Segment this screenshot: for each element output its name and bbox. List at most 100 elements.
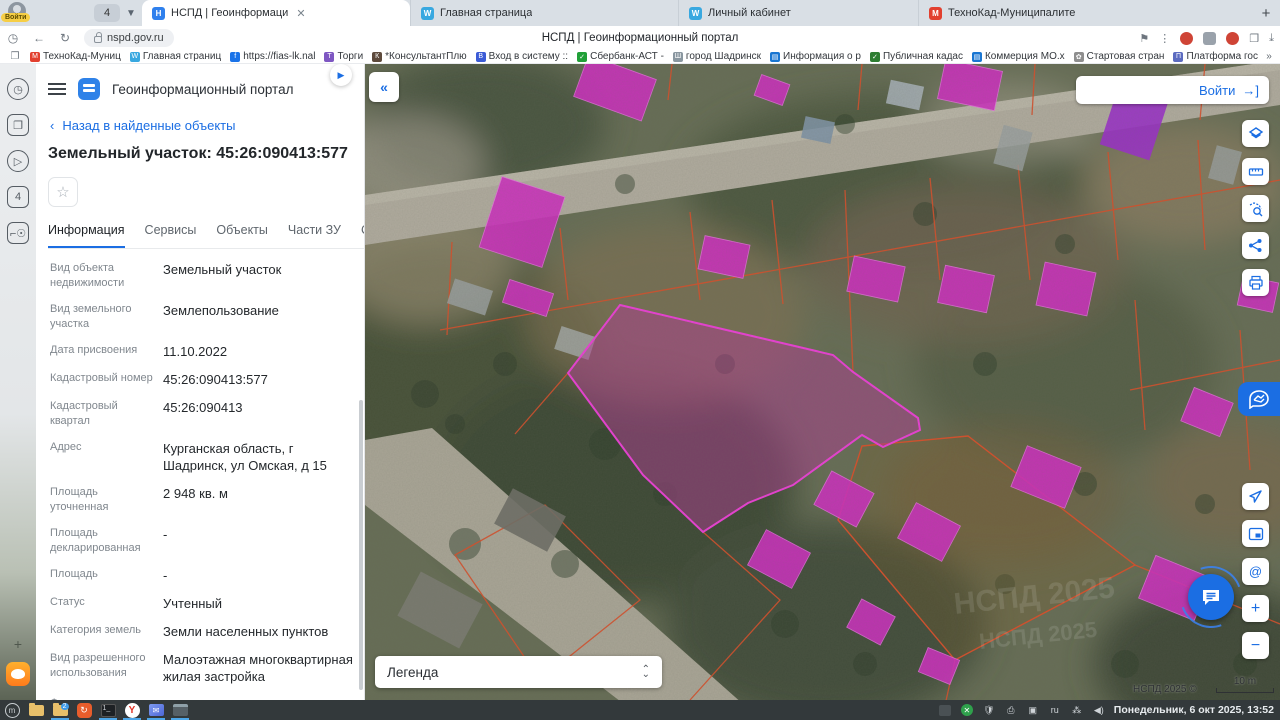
url-text: nspd.gov.ru (107, 32, 164, 44)
tab-list-chevron-icon[interactable]: ▼ (120, 8, 142, 19)
bookmark-label: Стартовая стран (1087, 51, 1165, 62)
field-value: Учтенный (163, 595, 358, 612)
field-value: Земельный участок (163, 261, 358, 291)
bookmark-label: Сбербанк-АСТ - (590, 51, 664, 62)
back-icon[interactable]: ← (26, 31, 52, 45)
files-app-button[interactable] (24, 700, 48, 720)
strip-plus-icon[interactable]: + (14, 636, 22, 652)
bookmark-item[interactable]: К *КонсультантПлю (372, 51, 467, 62)
panel-tab[interactable]: Информация (48, 223, 125, 248)
bookmark-item[interactable]: ▤ Информация о р (770, 51, 861, 62)
tray-battery-icon[interactable]: ▣ (1026, 704, 1040, 717)
panel-scrollbar[interactable] (359, 400, 363, 690)
bookmark-item[interactable]: ✓ Публичная кадас (870, 51, 963, 62)
aerial-map-image: НСПД 2025 НСПД 2025 (365, 64, 1280, 700)
bookmark-flag-icon[interactable]: ⚑ (1139, 32, 1149, 45)
layers-button[interactable] (1242, 120, 1269, 147)
print-button[interactable] (1242, 269, 1269, 296)
back-to-results-link[interactable]: ‹ Назад в найденные объекты (36, 100, 364, 133)
field-value: Курганская область, г Шадринск, ул Омска… (163, 440, 358, 474)
yandex-browser-button[interactable]: Y (120, 700, 144, 720)
tabs-scroll-arrow-button[interactable]: ▶ (330, 64, 352, 86)
bookmark-favicon: В (476, 52, 486, 62)
side-panel-icon[interactable]: ❐ (0, 51, 30, 62)
zoom-out-button[interactable]: − (1242, 632, 1269, 659)
field-row: Статус Учтенный (50, 595, 358, 612)
play-sidebar-icon[interactable]: ▷ (7, 150, 29, 172)
back-chevron-icon: ‹ (50, 118, 54, 133)
url-field[interactable]: nspd.gov.ru (84, 29, 174, 47)
tray-shield-icon[interactable]: 🛡 (982, 704, 996, 717)
field-row: Категория земель Земли населенных пункто… (50, 623, 358, 640)
zoom-in-button[interactable]: + (1242, 595, 1269, 622)
tray-x-icon[interactable]: ✕ (960, 704, 974, 717)
bookmark-item[interactable]: Ш город Шадринск (673, 51, 761, 62)
bookmark-item[interactable]: П Платформа госуд (1173, 51, 1258, 62)
browser-tab[interactable]: W Главная страница ✕ (410, 0, 678, 26)
feedback-at-button[interactable]: @ (1242, 558, 1269, 585)
map-viewport[interactable]: НСПД 2025 НСПД 2025 « Войти →] (365, 64, 1280, 700)
tab-close-icon[interactable]: ✕ (296, 7, 305, 20)
history-sidebar-icon[interactable]: ◷ (7, 78, 29, 100)
browser-profile[interactable]: Войти (0, 0, 36, 26)
map-mode-tab-button[interactable] (1238, 382, 1280, 416)
tab-groups-icon[interactable]: 4 (7, 186, 29, 208)
panel-tab[interactable]: Объекты (216, 223, 268, 248)
map-login-button[interactable]: Войти →] (1076, 76, 1269, 104)
bookmarks-overflow-chevron[interactable]: » (1258, 51, 1280, 62)
browser-tab[interactable]: М ТехноКад-Муниципалите ✕ (918, 0, 1085, 26)
language-indicator[interactable]: ru (1048, 704, 1062, 717)
more-dots-icon[interactable]: ⋮ (1159, 32, 1170, 45)
minimap-button[interactable] (1242, 520, 1269, 547)
panel-tab[interactable]: Сервисы (145, 223, 197, 248)
new-tab-button[interactable]: + (1252, 5, 1280, 22)
favorite-star-button[interactable]: ☆ (48, 177, 78, 207)
share-button[interactable] (1242, 232, 1269, 259)
chat-button[interactable] (1188, 574, 1234, 620)
tray-box-icon[interactable] (938, 704, 952, 717)
collections-icon[interactable]: ❐ (1249, 32, 1259, 45)
bookmark-item[interactable]: ✿ Стартовая стран (1074, 51, 1165, 62)
tab-count-button[interactable]: 4 (94, 4, 120, 22)
area-search-button[interactable] (1242, 195, 1269, 222)
extension3-icon[interactable] (1226, 32, 1239, 45)
mail-app-button[interactable]: ✉ (144, 700, 168, 720)
bookmark-item[interactable]: Т Торги (324, 51, 363, 62)
menu-burger-icon[interactable] (48, 83, 66, 95)
browser-tab[interactable]: W Личный кабинет ✕ (678, 0, 918, 26)
files2-app-button[interactable]: 2 (48, 700, 72, 720)
measure-button[interactable] (1242, 158, 1269, 185)
field-row: Вид разрешенного использования Малоэтажн… (50, 651, 358, 685)
bookmark-item[interactable]: В Вход в систему :: (476, 51, 568, 62)
downloads-icon[interactable]: ⤓ (1269, 32, 1274, 45)
locate-me-button[interactable] (1242, 483, 1269, 510)
volume-icon[interactable]: ◀) (1092, 704, 1106, 717)
history-clock-icon[interactable]: ◷ (0, 31, 26, 45)
terminal-app-button[interactable]: 1_ (96, 700, 120, 720)
orange-app-button[interactable]: ↻ (72, 700, 96, 720)
bookmark-item[interactable]: W Главная страниц (130, 51, 221, 62)
legend-dropdown[interactable]: Легенда ⌃⌄ (375, 656, 662, 688)
bookmark-favicon: К (372, 52, 382, 62)
bookmark-item[interactable]: ✓ Сбербанк-АСТ - (577, 51, 664, 62)
bookmark-item[interactable]: ▤ Коммерция МО.х (972, 51, 1065, 62)
browser-tab[interactable]: Н НСПД | Геоинформаци ✕ (142, 0, 410, 26)
tray-printer-icon[interactable]: ⎙ (1004, 704, 1018, 717)
bookmark-item[interactable]: f https://fias-lk.nal (230, 51, 315, 62)
window-app-button[interactable] (168, 700, 192, 720)
network-icon[interactable]: ⁂ (1070, 704, 1084, 717)
panel-tab[interactable]: Соста (361, 223, 364, 248)
scale-label: 10 m (1234, 676, 1256, 687)
screenshare-icon[interactable]: ⌐☉ (7, 222, 29, 244)
alice-assistant-icon[interactable] (6, 662, 30, 686)
reload-icon[interactable]: ↻ (52, 31, 78, 45)
mint-menu-button[interactable]: m (0, 700, 24, 720)
collapse-panel-button[interactable]: « (369, 72, 399, 102)
extension-icon[interactable] (1180, 32, 1193, 45)
field-row: Кадастровый номер 45:26:090413:577 (50, 371, 358, 388)
address-bar-actions: ⚑ ⋮ ❐ ⤓ (1139, 26, 1274, 50)
extension2-icon[interactable] (1203, 32, 1216, 45)
windows-sidebar-icon[interactable]: ❐ (7, 114, 29, 136)
panel-tab[interactable]: Части ЗУ (288, 223, 341, 248)
bookmark-item[interactable]: М ТехноКад-Муниц (30, 51, 121, 62)
